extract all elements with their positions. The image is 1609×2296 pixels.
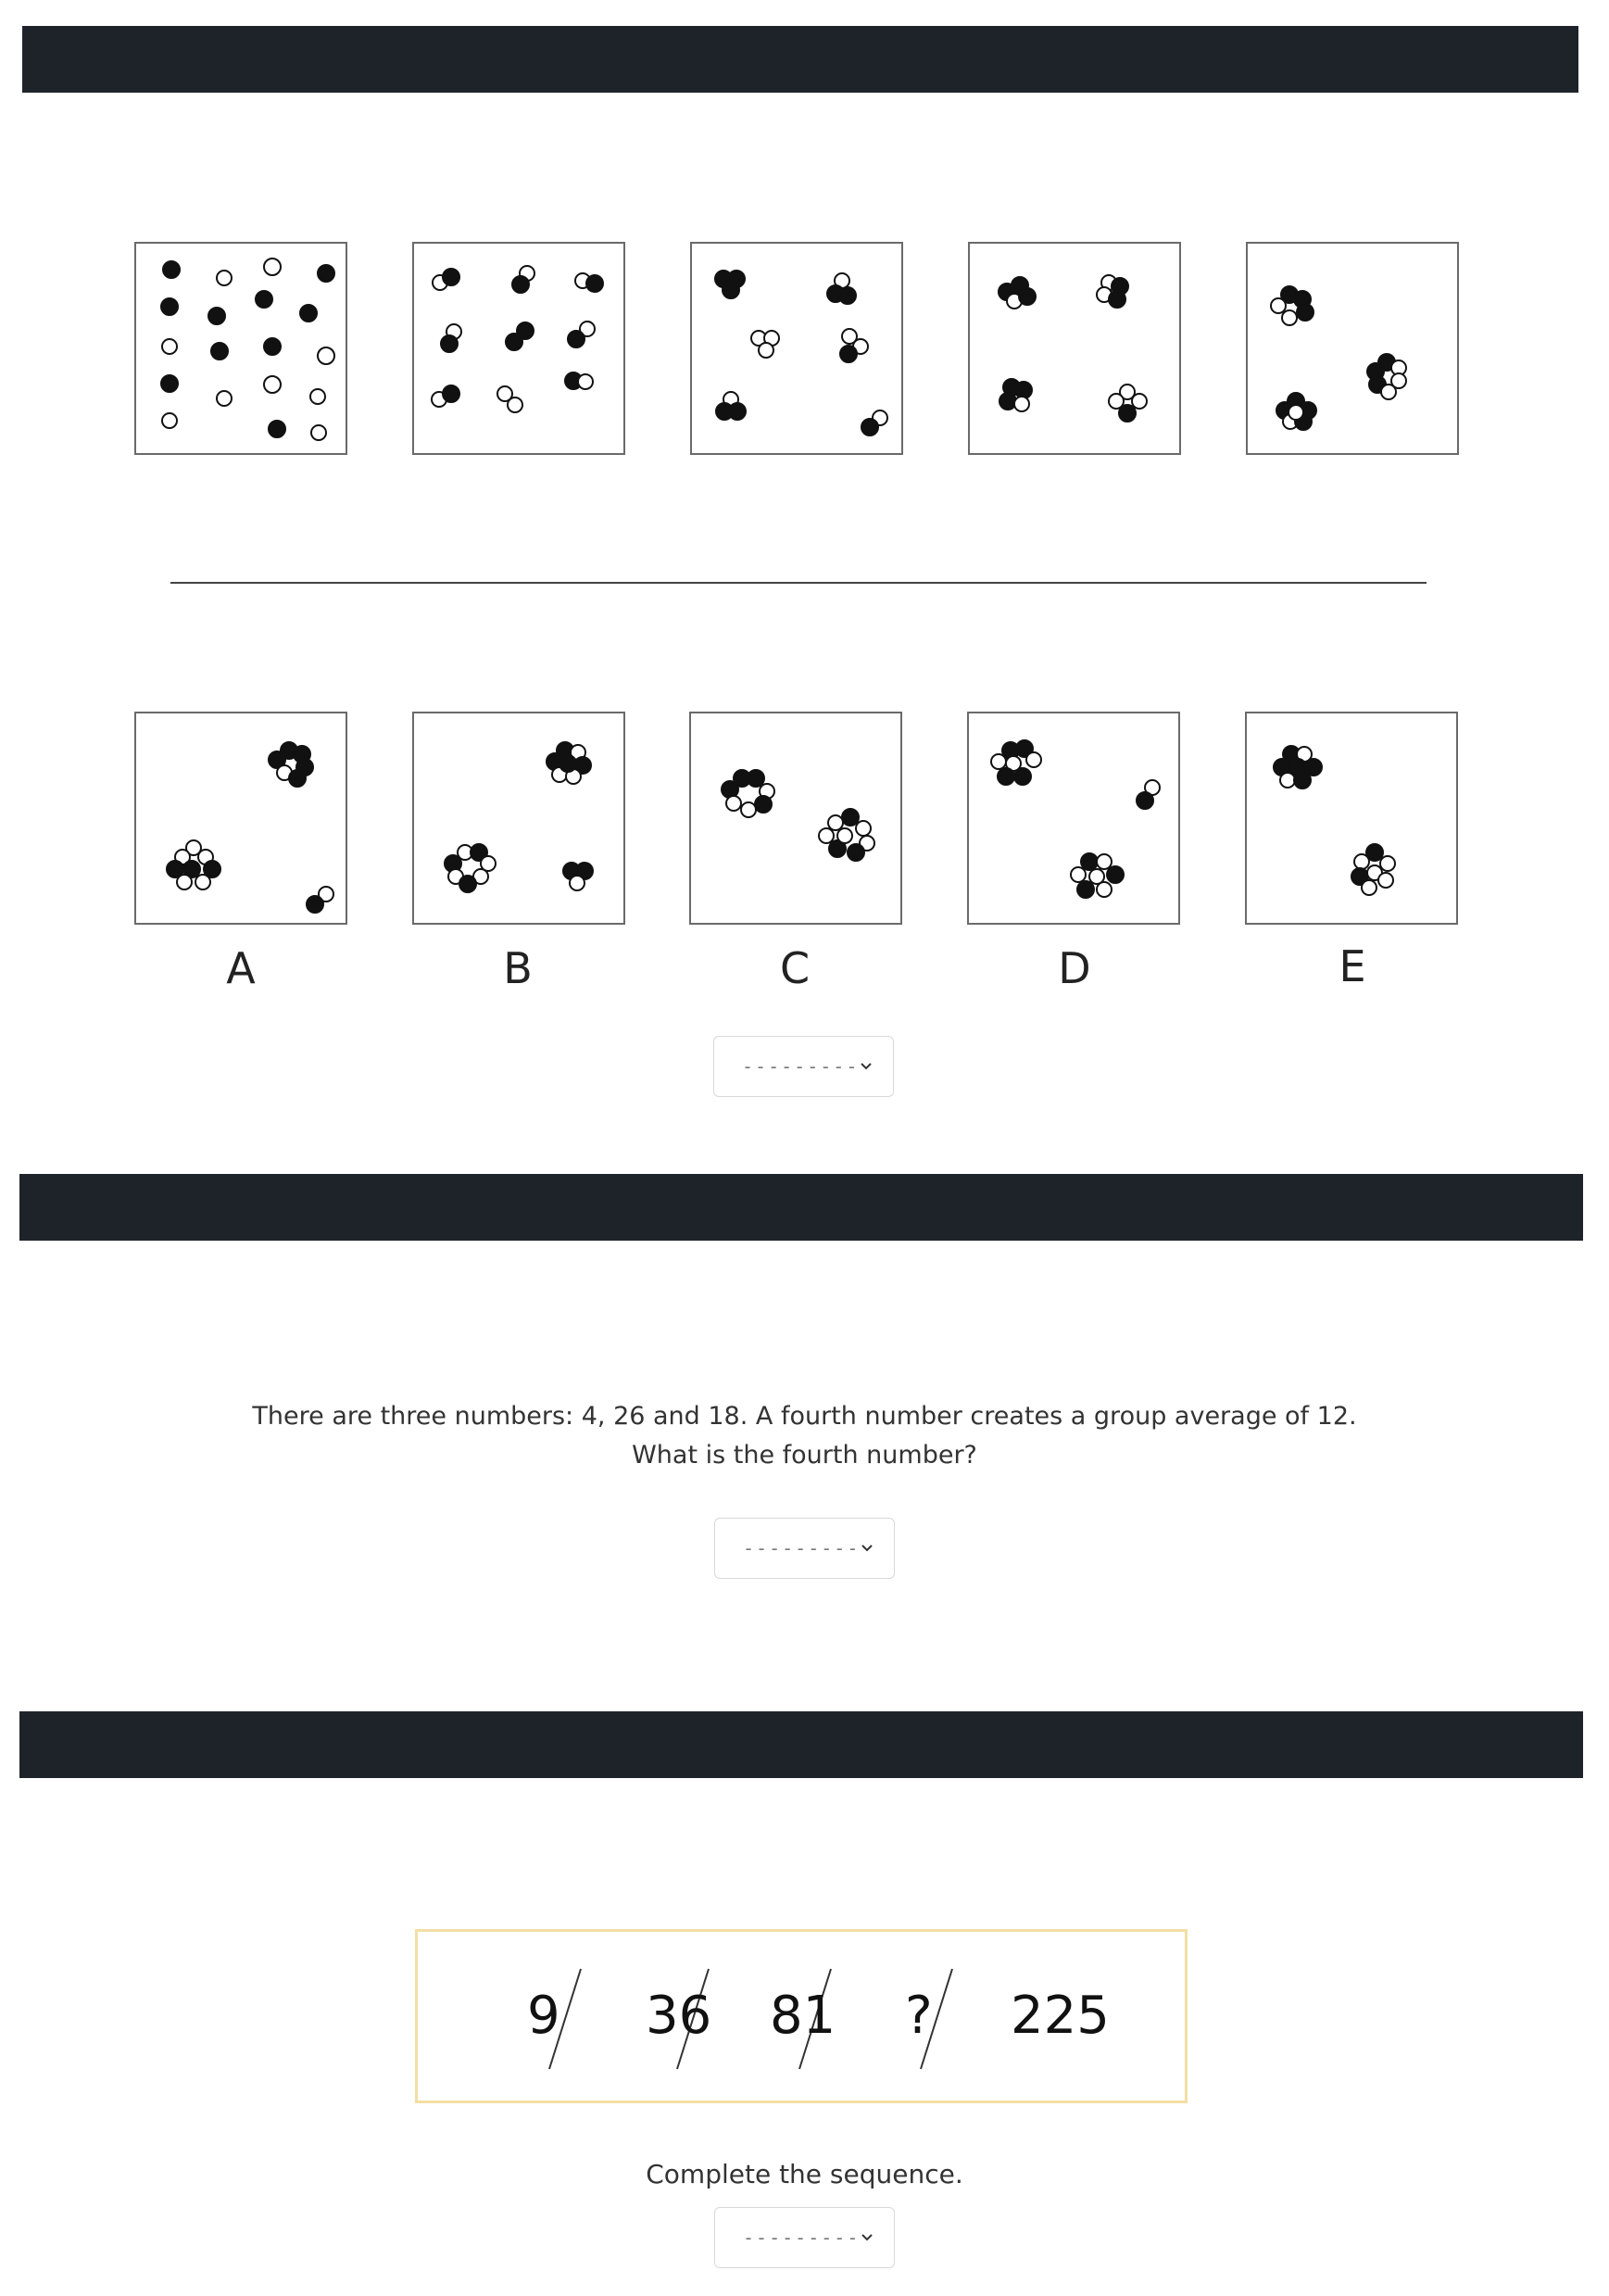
sequence-box-4 <box>968 242 1181 455</box>
sequence-panel: 9 36 81 ? 225 <box>415 1929 1188 2103</box>
sequence-missing: ? <box>905 1986 933 2046</box>
sequence-number: 81 <box>770 1986 836 2046</box>
chevron-down-icon <box>861 2234 873 2241</box>
sequence-box-5 <box>1246 242 1459 455</box>
header-bar-1 <box>22 26 1578 93</box>
option-label-b: B <box>503 943 533 993</box>
answer-select-3[interactable]: --------- <box>714 2207 895 2268</box>
sequence-box-3 <box>690 242 903 455</box>
select-value: --------- <box>743 2227 861 2249</box>
select-value: --------- <box>743 1537 861 1559</box>
option-box-c[interactable] <box>689 712 902 925</box>
divider <box>170 582 1427 584</box>
answer-select-2[interactable]: --------- <box>714 1518 895 1579</box>
option-label-a: A <box>226 943 256 993</box>
option-box-e[interactable] <box>1245 712 1458 925</box>
chevron-down-icon <box>861 1063 872 1070</box>
sequence-number: 36 <box>646 1986 712 2046</box>
header-bar-2 <box>19 1174 1583 1241</box>
sequence-box-1 <box>134 242 347 455</box>
sequence-number: 9 <box>527 1986 560 2046</box>
header-bar-3 <box>19 1711 1583 1778</box>
sequence-box-2 <box>412 242 625 455</box>
option-label-e: E <box>1339 941 1366 991</box>
option-label-c: C <box>779 943 811 993</box>
question-text: There are three numbers: 4, 26 and 18. A… <box>252 1402 1357 1470</box>
instruction-text: Complete the sequence. <box>646 2159 963 2189</box>
option-label-d: D <box>1058 943 1091 993</box>
option-box-d[interactable] <box>967 712 1180 925</box>
option-box-a[interactable] <box>134 712 347 925</box>
chevron-down-icon <box>861 1545 873 1552</box>
select-value: --------- <box>742 1055 860 1078</box>
option-box-b[interactable] <box>412 712 625 925</box>
sequence-number: 225 <box>1011 1986 1110 2046</box>
answer-select-1[interactable]: --------- <box>713 1036 894 1097</box>
